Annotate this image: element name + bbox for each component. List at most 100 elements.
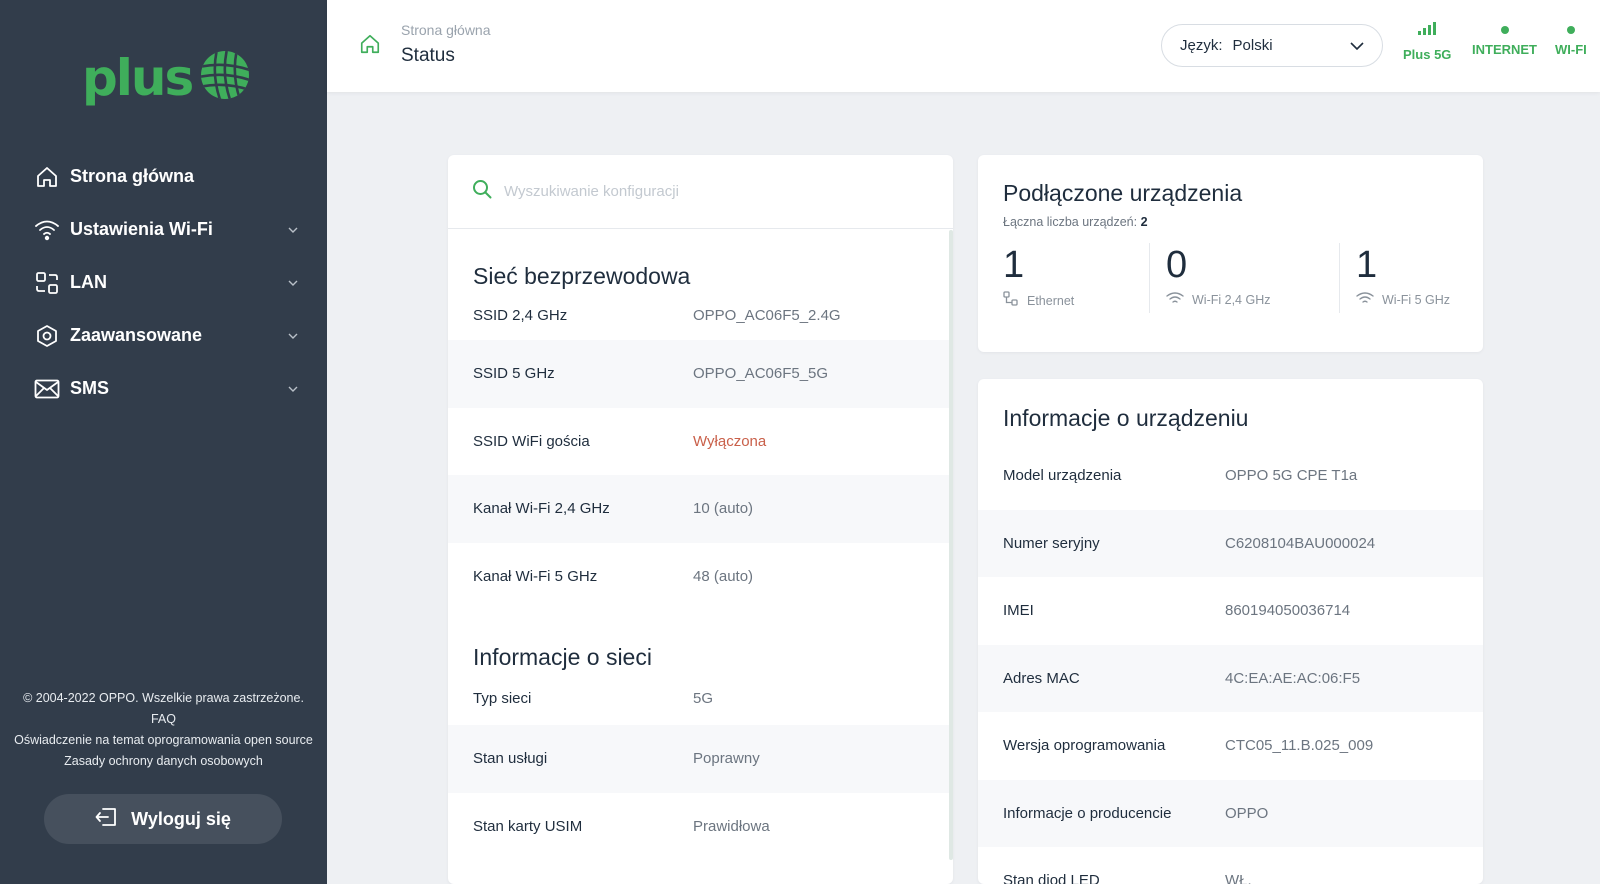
row-key: Stan usługi [473, 750, 548, 768]
search-icon [472, 179, 492, 204]
chevron-down-icon [287, 277, 299, 289]
chevron-down-icon [287, 224, 299, 236]
device-count-ethernet[interactable]: 1 Ethernet [1003, 243, 1149, 313]
logout-button[interactable]: Wyloguj się [44, 794, 282, 844]
table-row: SSID WiFi gościa Wyłączona [448, 408, 953, 476]
device-counts: 1 Ethernet 0 Wi-Fi 2,4 GHz 1 Wi-Fi 5 GHz [1003, 243, 1458, 313]
table-row: Stan diod LED WŁ. [978, 847, 1483, 884]
breadcrumb[interactable]: Strona główna [401, 22, 491, 38]
sidebar-item-sms[interactable]: SMS [0, 362, 327, 415]
row-value: 10 (auto) [693, 500, 754, 518]
chevron-down-icon [1350, 37, 1364, 55]
table-row: Typ sieci 5G [448, 671, 953, 725]
row-key: SSID 5 GHz [473, 365, 555, 383]
card-title: Podłączone urządzenia [1003, 180, 1243, 206]
chevron-down-icon [287, 330, 299, 342]
language-value: Polski [1232, 37, 1273, 54]
section-title: Sieć bezprzewodowa [473, 263, 691, 289]
device-count-label: Ethernet [1003, 291, 1149, 310]
device-count-label: Wi-Fi 5 GHz [1356, 291, 1457, 308]
table-row: Wersja oprogramowania CTC05_11.B.025_009 [978, 712, 1483, 780]
status-wifi[interactable]: WI-FI [1555, 22, 1587, 57]
sidebar-item-label: Ustawienia Wi-Fi [70, 219, 213, 239]
sidebar-nav: Strona główna Ustawienia Wi-Fi LAN Zaawa… [0, 150, 327, 415]
chevron-down-icon [287, 383, 299, 395]
connected-devices-card: Podłączone urządzenia Łączna liczba urzą… [978, 155, 1483, 352]
status-label: Plus 5G [1403, 47, 1452, 62]
faq-link[interactable]: FAQ [0, 709, 327, 730]
device-total: Łączna liczba urządzeń: 2 [1003, 215, 1458, 229]
page-title: Status [401, 45, 455, 66]
mail-icon [34, 376, 60, 402]
privacy-link[interactable]: Zasady ochrony danych osobowych [0, 751, 327, 772]
row-value: 48 (auto) [693, 567, 754, 585]
row-value: WŁ. [1225, 872, 1252, 884]
sidebar-item-lan[interactable]: LAN [0, 256, 327, 309]
sidebar-item-label: LAN [70, 272, 107, 292]
table-row: Stan karty USIM Prawidłowa [448, 793, 953, 861]
language-select[interactable]: Język: Polski [1161, 24, 1383, 67]
row-value: C6208104BAU000024 [1225, 534, 1376, 552]
open-source-link[interactable]: Oświadczenie na temat oprogramowania ope… [0, 730, 327, 751]
table-row: Model urządzenia OPPO 5G CPE T1a [978, 442, 1483, 510]
row-value: CTC05_11.B.025_009 [1225, 737, 1374, 755]
device-count-label: Wi-Fi 2,4 GHz [1166, 291, 1339, 308]
row-key: IMEI [1003, 602, 1034, 620]
wifi-icon [34, 217, 60, 243]
section-title: Informacje o sieci [473, 644, 652, 670]
table-row: SSID 2,4 GHz OPPO_AC06F5_2.4G [448, 290, 953, 340]
sidebar-item-wifi-settings[interactable]: Ustawienia Wi-Fi [0, 203, 327, 256]
device-count-wifi-5[interactable]: 1 Wi-Fi 5 GHz [1339, 243, 1457, 313]
logout-label: Wyloguj się [131, 808, 231, 829]
config-list[interactable]: Sieć bezprzewodowa SSID 2,4 GHz OPPO_AC0… [448, 230, 953, 884]
status-dot-icon [1566, 26, 1575, 34]
row-key: Informacje o producencie [1003, 804, 1172, 822]
device-label: Ethernet [1027, 293, 1075, 308]
row-key: Numer seryjny [1003, 534, 1100, 552]
scrollbar[interactable] [949, 230, 953, 860]
sidebar-item-label: Strona główna [70, 166, 195, 186]
settings-icon [34, 323, 60, 349]
status-label: WI-FI [1555, 42, 1587, 57]
home-icon [34, 164, 60, 190]
row-key: Adres MAC [1003, 669, 1080, 687]
table-row: SSID 5 GHz OPPO_AC06F5_5G [448, 340, 953, 408]
sidebar-item-label: Zaawansowane [70, 325, 203, 345]
wifi-icon [1356, 291, 1374, 308]
guest-wifi-status: Wyłączona [693, 432, 767, 450]
status-dot-icon [1500, 26, 1509, 34]
plus-logo[interactable]: plus [82, 50, 250, 105]
sidebar: plus Strona główna Ustawienia Wi-Fi LAN … [0, 0, 327, 884]
row-value: 4C:EA:AE:AC:06:F5 [1225, 669, 1361, 687]
device-count-wifi-24[interactable]: 0 Wi-Fi 2,4 GHz [1149, 243, 1339, 313]
status-network[interactable]: Plus 5G [1403, 22, 1451, 62]
row-key: Stan diod LED [1003, 872, 1100, 884]
table-row: IMEI 860194050036714 [978, 577, 1483, 645]
device-count: 1 [1356, 244, 1378, 286]
device-label: Wi-Fi 2,4 GHz [1192, 292, 1271, 307]
total-label: Łączna liczba urządzeń: [1003, 215, 1138, 229]
language-label: Język: [1180, 37, 1223, 54]
row-key: Wersja oprogramowania [1003, 737, 1166, 755]
sidebar-item-advanced[interactable]: Zaawansowane [0, 309, 327, 362]
logo-text: plus [82, 48, 194, 107]
row-value: OPPO [1225, 804, 1269, 822]
row-value: OPPO 5G CPE T1a [1225, 467, 1358, 485]
row-value: OPPO_AC06F5_5G [693, 365, 829, 383]
row-key: SSID WiFi gościa [473, 432, 590, 450]
logout-icon [95, 807, 117, 832]
ethernet-icon [1003, 291, 1019, 310]
row-key: SSID 2,4 GHz [473, 306, 568, 324]
row-key: Model urządzenia [1003, 467, 1122, 485]
search-input[interactable] [504, 183, 904, 200]
row-key: Kanał Wi-Fi 5 GHz [473, 567, 598, 585]
signal-icon [1417, 22, 1437, 41]
device-label: Wi-Fi 5 GHz [1382, 292, 1451, 307]
row-key: Stan karty USIM [473, 817, 583, 835]
row-value: 5G [693, 689, 714, 707]
status-internet[interactable]: INTERNET [1472, 22, 1537, 57]
breadcrumb-home-icon[interactable] [359, 33, 381, 60]
plus-logo-icon [200, 50, 250, 105]
device-count: 1 [1003, 244, 1025, 286]
sidebar-item-home[interactable]: Strona główna [0, 150, 327, 203]
